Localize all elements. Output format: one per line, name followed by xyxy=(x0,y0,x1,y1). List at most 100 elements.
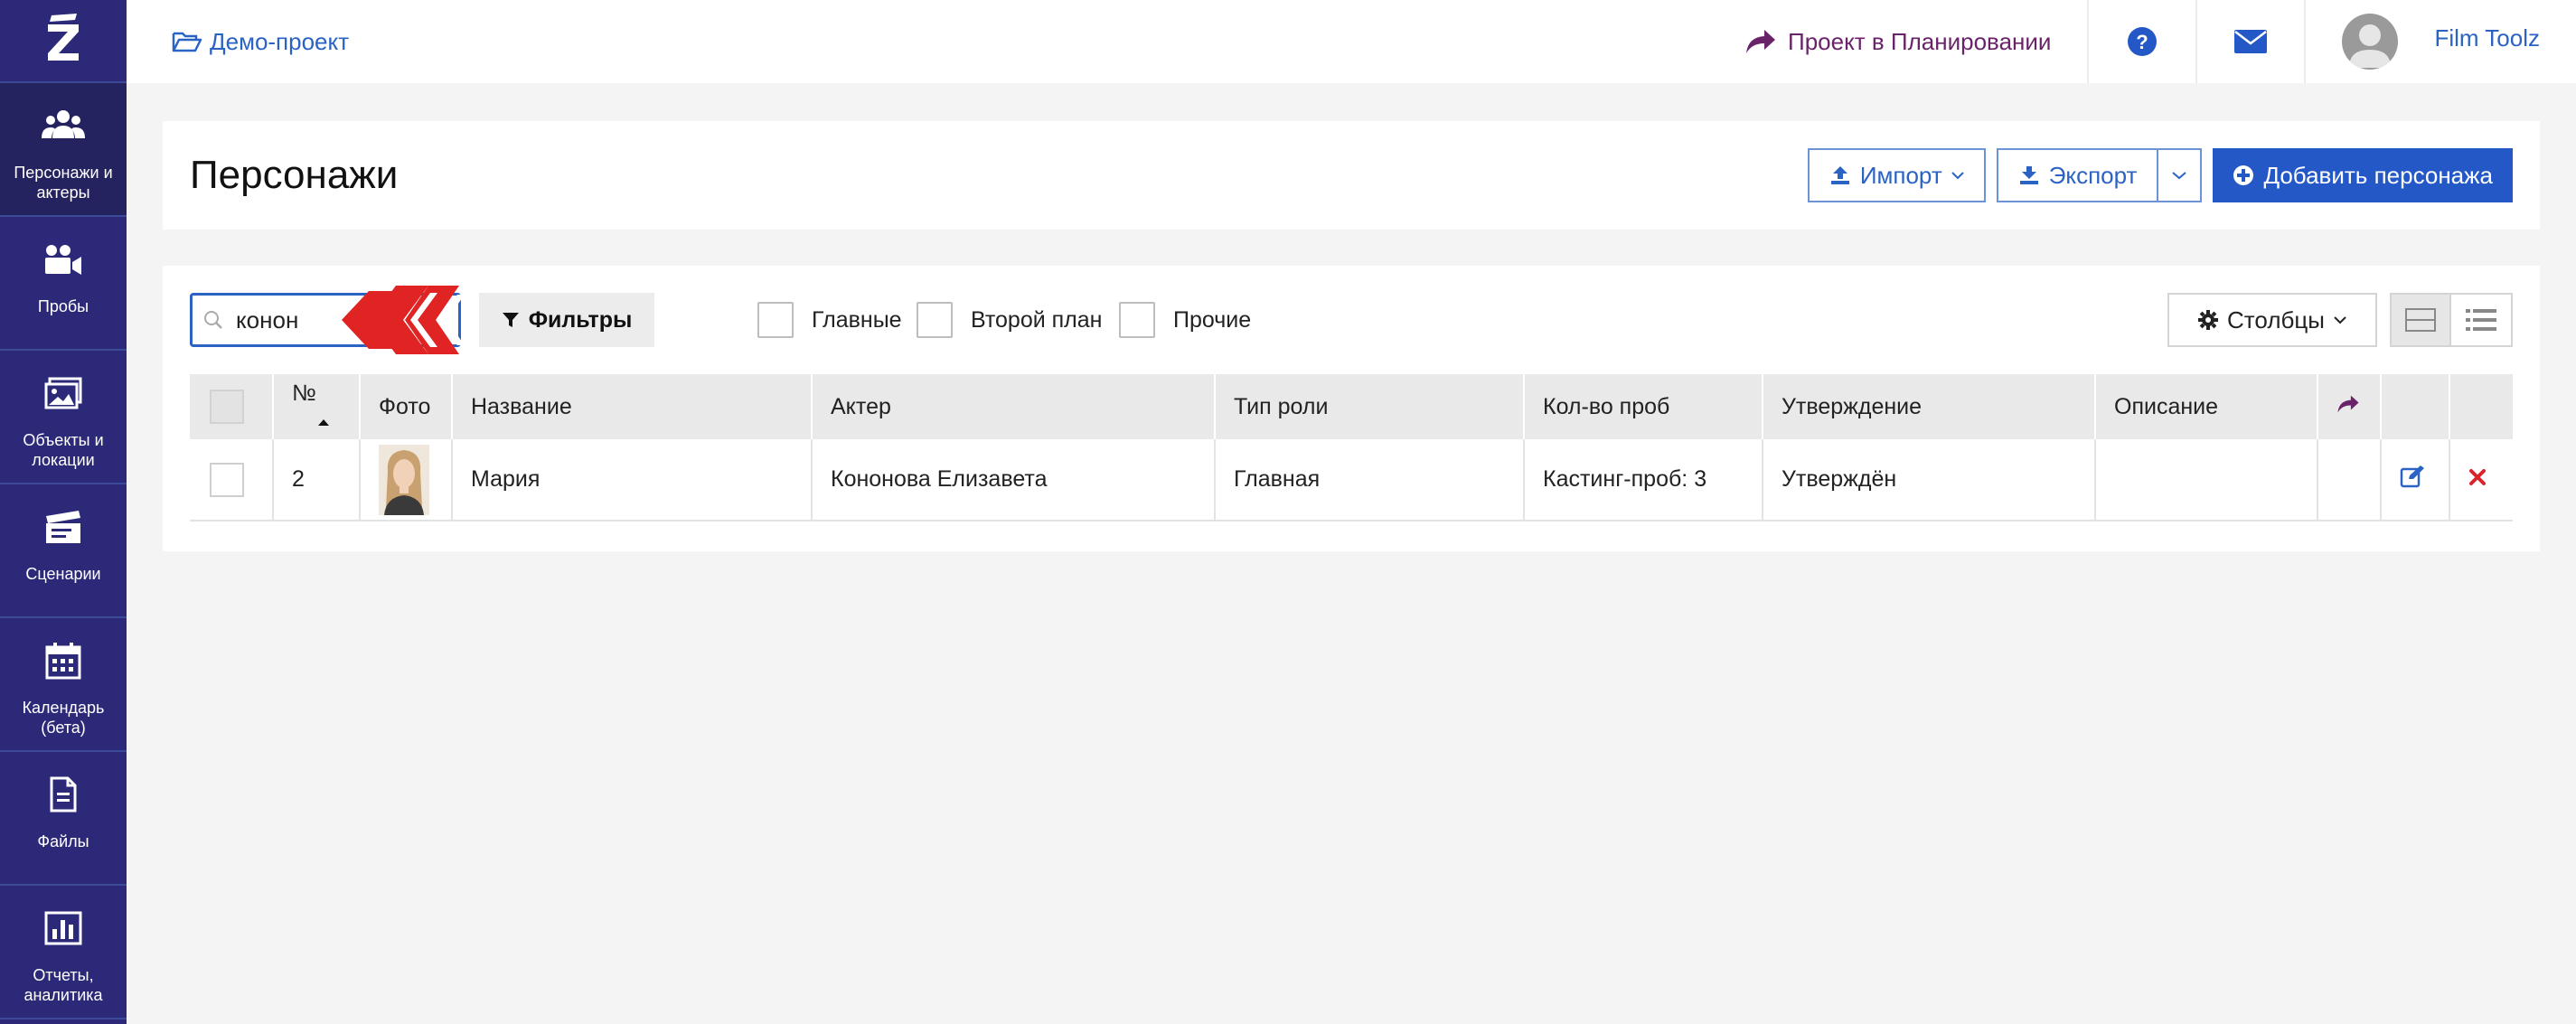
help-button[interactable]: ? xyxy=(2087,0,2195,83)
folder-open-icon xyxy=(172,32,202,52)
messages-button[interactable] xyxy=(2195,0,2304,83)
portrait-image xyxy=(379,444,429,515)
characters-table: № Фото Название Актер Тип роли Кол-во пр… xyxy=(190,374,2513,521)
sidebar-item-label: Календарь (бета) xyxy=(22,699,105,737)
sidebar-item-label: Пробы xyxy=(37,297,89,315)
list-toolbar: Фильтры Главные Второй план Прочие Столб… xyxy=(190,286,2513,354)
upload-icon xyxy=(1830,166,1849,184)
row-tests-count: Кастинг-проб: 3 xyxy=(1524,439,1763,521)
column-photo[interactable]: Фото xyxy=(360,374,453,439)
column-name[interactable]: Название xyxy=(452,374,813,439)
calendar-icon xyxy=(45,643,81,680)
view-list-button[interactable] xyxy=(2451,295,2511,345)
characters-card: Фильтры Главные Второй план Прочие Столб… xyxy=(163,266,2540,551)
export-dropdown-toggle[interactable] xyxy=(2158,148,2203,202)
project-name: Демо-проект xyxy=(210,27,350,55)
import-label: Импорт xyxy=(1859,161,1942,189)
columns-label: Столбцы xyxy=(2227,305,2325,334)
filters-label: Фильтры xyxy=(528,306,633,333)
select-all-cell xyxy=(190,374,274,439)
sidebar-item-label: Сценарии xyxy=(25,565,101,583)
sidebar: Персонажи и актеры Пробы Объекты и локац… xyxy=(0,0,127,1024)
view-toggle xyxy=(2390,293,2513,347)
sidebar-item-files[interactable]: Файлы xyxy=(0,752,127,886)
select-all-checkbox[interactable] xyxy=(210,390,244,424)
sidebar-item-tests[interactable]: Пробы xyxy=(0,217,127,351)
sidebar-item-label: Персонажи и актеры xyxy=(14,164,113,202)
filter-main-roles[interactable]: Главные xyxy=(757,302,902,338)
clapperboard-icon xyxy=(46,511,80,543)
sort-up-icon xyxy=(318,419,329,426)
filter-icon xyxy=(502,313,519,327)
column-tests-count[interactable]: Кол-во проб xyxy=(1524,374,1763,439)
delete-icon[interactable] xyxy=(2468,468,2487,486)
column-number[interactable]: № xyxy=(273,374,361,439)
project-breadcrumb[interactable]: Демо-проект xyxy=(172,28,349,56)
column-actor[interactable]: Актер xyxy=(812,374,1216,439)
checkbox-main[interactable] xyxy=(757,302,794,338)
plus-circle-icon xyxy=(2233,165,2254,185)
column-edit xyxy=(2381,374,2450,439)
app-logo[interactable] xyxy=(0,0,127,83)
filter-other-roles[interactable]: Прочие xyxy=(1119,302,1251,338)
row-number: 2 xyxy=(273,439,361,521)
card-view-icon xyxy=(2405,308,2436,332)
sidebar-item-characters[interactable]: Персонажи и актеры xyxy=(0,83,127,217)
checkbox-secondary[interactable] xyxy=(917,302,953,338)
sidebar-item-locations[interactable]: Объекты и локации xyxy=(0,351,127,484)
export-button[interactable]: Экспорт xyxy=(1996,148,2159,202)
filters-button[interactable]: Фильтры xyxy=(479,293,654,347)
pointer-arrows-icon xyxy=(342,286,465,354)
row-share-cell xyxy=(2317,439,2382,521)
row-checkbox[interactable] xyxy=(210,462,244,497)
row-photo-cell xyxy=(360,439,453,521)
chevron-down-icon xyxy=(2172,172,2187,180)
user-silhouette-icon xyxy=(2349,24,2392,68)
filter-secondary-roles[interactable]: Второй план xyxy=(917,302,1102,338)
column-delete xyxy=(2449,374,2513,439)
edit-icon[interactable] xyxy=(2400,465,2425,488)
sidebar-item-label: Отчеты, аналитика xyxy=(24,966,103,1004)
checkbox-other[interactable] xyxy=(1119,302,1155,338)
column-approval[interactable]: Утверждение xyxy=(1763,374,2096,439)
import-button[interactable]: Импорт xyxy=(1807,148,1986,202)
user-menu[interactable]: Film Toolz xyxy=(2304,0,2576,83)
image-icon xyxy=(44,377,82,409)
add-character-label: Добавить персонажа xyxy=(2263,161,2493,189)
column-role-type[interactable]: Тип роли xyxy=(1215,374,1525,439)
checkbox-other-label: Прочие xyxy=(1173,306,1252,333)
row-actor: Кононова Елизавета xyxy=(812,439,1216,521)
row-approval: Утверждён xyxy=(1763,439,2096,521)
row-description xyxy=(2095,439,2318,521)
sidebar-item-scripts[interactable]: Сценарии xyxy=(0,484,127,618)
checkbox-secondary-label: Второй план xyxy=(971,306,1103,333)
row-select-cell xyxy=(190,439,274,521)
logo-icon xyxy=(48,14,79,61)
user-name: Film Toolz xyxy=(2434,23,2540,52)
column-number-label: № xyxy=(292,380,316,406)
list-view-icon xyxy=(2466,309,2496,331)
top-bar: Демо-проект Проект в Планировании ? Film… xyxy=(127,0,2576,83)
columns-button[interactable]: Столбцы xyxy=(2167,293,2377,347)
row-edit-cell xyxy=(2381,439,2450,521)
envelope-icon xyxy=(2234,30,2268,53)
help-icon: ? xyxy=(2128,27,2158,56)
page-header-card: Персонажи Импорт Экспорт Добавить персон… xyxy=(163,121,2540,230)
column-description[interactable]: Описание xyxy=(2095,374,2318,439)
gear-icon xyxy=(2198,310,2219,330)
actor-photo[interactable] xyxy=(379,444,429,515)
sidebar-item-reports[interactable]: Отчеты, аналитика xyxy=(0,886,127,1019)
sidebar-item-label: Объекты и локации xyxy=(23,431,104,469)
row-name: Мария xyxy=(452,439,813,521)
row-delete-cell xyxy=(2449,439,2513,521)
view-cards-button[interactable] xyxy=(2392,295,2451,345)
avatar xyxy=(2342,14,2399,70)
video-camera-icon xyxy=(45,245,81,275)
sidebar-item-calendar[interactable]: Календарь (бета) xyxy=(0,618,127,752)
export-label: Экспорт xyxy=(2048,161,2138,189)
add-character-button[interactable]: Добавить персонажа xyxy=(2213,148,2513,202)
table-row[interactable]: 2 Мария Кононова Елизавета Главная Касти… xyxy=(190,439,2513,521)
column-share[interactable] xyxy=(2317,374,2382,439)
project-status-link[interactable]: Проект в Планировании xyxy=(1744,28,2051,56)
share-arrow-icon xyxy=(1746,30,1776,53)
